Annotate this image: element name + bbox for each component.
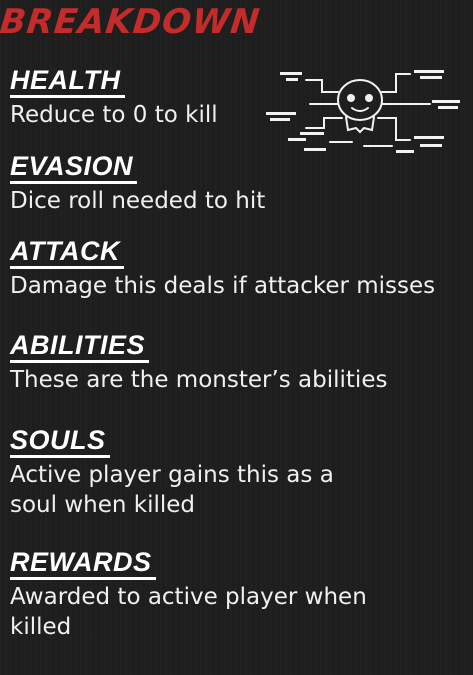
entry-description: Reduce to 0 to kill (10, 102, 218, 129)
entry-heading: ATTACK (10, 237, 124, 270)
entry-evasion: EVASION Dice roll needed to hit (10, 152, 265, 216)
entry-heading: REWARDS (10, 548, 156, 581)
entry-description: Awarded to active player when killed (10, 584, 367, 641)
entry-heading: EVASION (10, 152, 138, 185)
entry-heading: HEALTH (10, 66, 125, 99)
entry-description: Dice roll needed to hit (10, 188, 266, 215)
entry-rewards: REWARDS Awarded to active player when ki… (10, 548, 367, 642)
entry-health: HEALTH Reduce to 0 to kill (10, 66, 218, 130)
page-title: Breakdown (0, 2, 263, 42)
entry-description: Damage this deals if attacker misses (10, 273, 436, 300)
entry-description: These are the monster’s abilities (10, 367, 388, 394)
entry-heading: ABILITIES (10, 331, 150, 364)
entry-souls: SOULS Active player gains this as a soul… (10, 426, 334, 520)
entry-abilities: ABILITIES These are the monster’s abilit… (10, 331, 387, 395)
monster-skull-diagram-icon (266, 70, 460, 153)
entry-heading: SOULS (10, 426, 110, 459)
entry-description: Active player gains this as a soul when … (10, 462, 334, 519)
entry-attack: ATTACK Damage this deals if attacker mis… (10, 237, 435, 301)
